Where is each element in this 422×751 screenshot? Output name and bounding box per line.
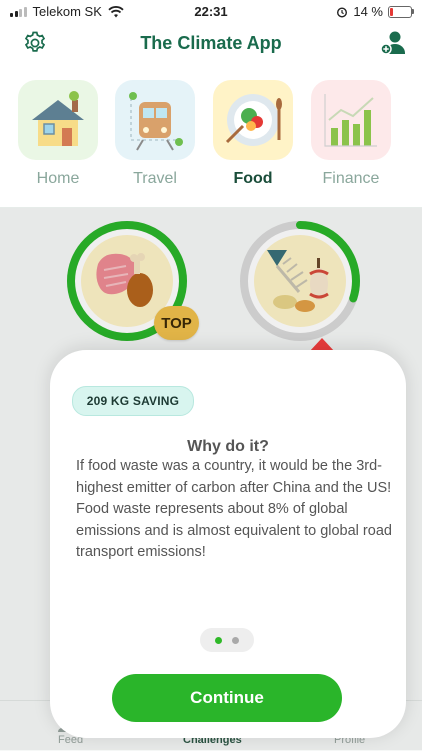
battery-level — [390, 7, 393, 16]
alarm-icon — [337, 6, 348, 18]
category-tabs: Home Travel Food Finance — [0, 80, 422, 195]
plate-icon — [213, 80, 293, 160]
app-header: The Climate App — [0, 24, 422, 66]
page-dot-active[interactable] — [215, 636, 222, 644]
category-label: Food — [233, 170, 273, 187]
saving-badge: 209 KG SAVING — [72, 386, 194, 416]
category-travel[interactable]: Travel — [114, 80, 196, 188]
bar-chart-icon — [311, 80, 391, 160]
battery-percent: 14 % — [353, 4, 383, 19]
app-title: The Climate App — [140, 33, 282, 53]
card-heading: Why do it? — [187, 438, 269, 455]
page-indicator[interactable] — [200, 628, 254, 652]
train-icon — [115, 80, 195, 160]
category-finance[interactable]: Finance — [310, 80, 392, 188]
status-right: 14 % — [336, 4, 414, 19]
category-food[interactable]: Food — [212, 80, 294, 188]
info-card: 209 KG SAVING Why do it? If food waste w… — [50, 350, 406, 738]
category-label: Travel — [133, 170, 177, 187]
card-body: If food waste was a country, it would be… — [76, 458, 392, 560]
continue-button[interactable]: Continue — [112, 674, 342, 722]
category-label: Finance — [322, 170, 380, 187]
add-user-icon[interactable] — [378, 28, 408, 58]
category-label: Home — [36, 170, 80, 187]
status-bar: Telekom SK 22:31 14 % — [0, 0, 422, 24]
category-home[interactable]: Home — [17, 80, 99, 188]
page-dot[interactable] — [232, 636, 239, 644]
battery-icon — [388, 5, 414, 18]
house-icon — [18, 80, 98, 160]
